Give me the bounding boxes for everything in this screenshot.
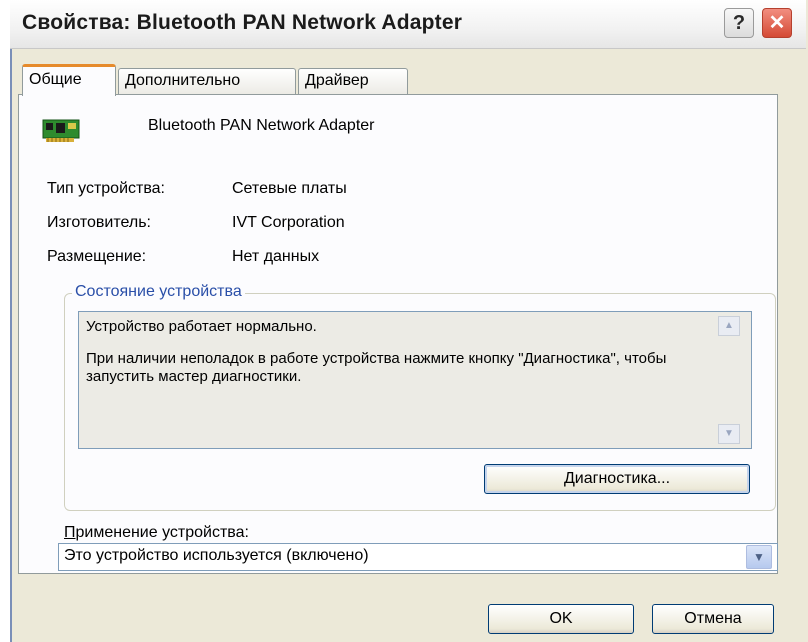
chevron-down-icon: ▼ [724,428,734,439]
device-usage-selected-value: Это устройство используется (включено) [64,547,369,564]
device-usage-label-text: рименение устройства: [75,524,249,541]
help-button[interactable]: ? [724,8,754,38]
device-usage-label: Применение устройства: [64,524,249,542]
diagnostics-button-label: иагностика... [574,470,671,487]
location-label: Размещение: [47,248,147,265]
close-x-icon: ✕ [768,12,786,34]
chevron-up-icon: ▲ [724,320,734,331]
question-mark-icon: ? [732,12,746,34]
window-title: Свойства: Bluetooth PAN Network Adapter [22,11,463,34]
troubleshoot-hint: При наличии неполадок в работе устройств… [86,350,667,385]
tab-advanced[interactable]: Дополнительно [118,68,296,94]
close-button[interactable]: ✕ [762,8,792,38]
device-type-value: Сетевые платы [232,180,347,197]
status-message: Устройство работает нормально. [86,318,317,335]
ok-button[interactable]: OK [488,604,634,634]
tab-general[interactable]: Общие [22,64,116,96]
cancel-button[interactable]: Отмена [652,604,774,634]
scroll-up-button[interactable]: ▲ [718,316,740,336]
dropdown-arrow-button[interactable]: ▼ [746,545,772,569]
tab-driver[interactable]: Драйвер [298,68,408,94]
device-type-label: Тип устройства: [47,180,165,197]
title-bar[interactable]: Свойства: Bluetooth PAN Network Adapter … [10,0,806,49]
scroll-down-button[interactable]: ▼ [718,424,740,444]
chevron-down-icon: ▼ [753,550,765,564]
manufacturer-label: Изготовитель: [47,214,151,231]
manufacturer-value: IVT Corporation [232,214,345,231]
device-status-title: Состояние устройства [72,283,245,301]
network-card-icon [42,119,80,142]
diagnostics-button[interactable]: Диагностика... [484,464,750,494]
location-value: Нет данных [232,248,320,265]
device-name: Bluetooth PAN Network Adapter [148,117,375,134]
diagnostics-button-accesskey: Д [563,470,575,487]
device-usage-accesskey: П [64,524,76,541]
